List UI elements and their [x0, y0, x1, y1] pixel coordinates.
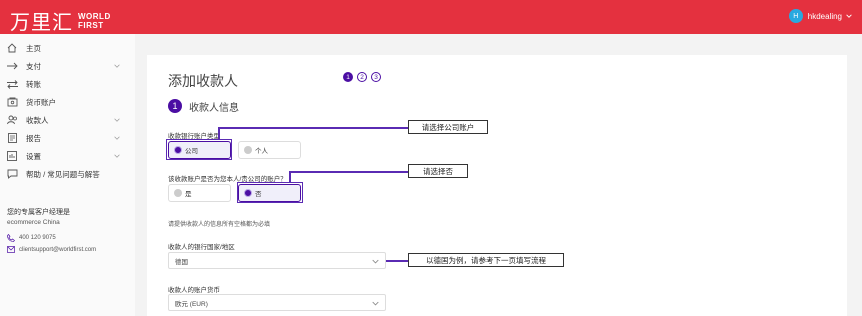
help-icon — [6, 169, 18, 179]
callout-company-account: 请选择公司账户 — [408, 120, 488, 134]
step-1: 1 — [343, 72, 353, 82]
chevron-down-icon — [114, 154, 120, 158]
sidebar-item-transfer[interactable]: 转账 — [0, 77, 130, 91]
chevron-down-icon — [114, 136, 120, 140]
chevron-down-icon — [372, 259, 379, 264]
country-select[interactable]: 德国 — [168, 252, 386, 269]
avatar: H — [788, 9, 803, 23]
manager-email[interactable]: clientsupport@worldfirst.com — [7, 246, 96, 253]
sidebar-item-label: 报告 — [26, 133, 41, 143]
step-2: 2 — [357, 72, 367, 82]
arrow-right-icon — [6, 61, 18, 71]
own-account-yes-radio[interactable]: 是 — [168, 184, 231, 202]
sidebar-item-label: 设置 — [26, 151, 41, 161]
account-manager-title: 您的专属客户经理是 — [7, 209, 70, 216]
account-manager-name: ecommerce China — [7, 219, 60, 226]
sidebar-item-currency-accounts[interactable]: 货币账户 — [0, 95, 130, 109]
step-3: 3 — [371, 72, 381, 82]
currency-label: 收款人的账户货币 — [168, 287, 220, 294]
wallet-icon — [6, 97, 18, 107]
radio-dot — [174, 189, 182, 197]
top-header: 万里汇 WORLD FIRST H hkdealing — [0, 0, 862, 34]
sidebar: 主页 支付 转账 货币账户 收款人 报告 设置 帮助 / 常见问题与解答 您的专… — [0, 34, 135, 316]
callout-choose-no: 请选择否 — [408, 164, 468, 178]
chevron-down-icon — [114, 118, 120, 122]
page-title: 添加收款人 — [168, 74, 238, 90]
manager-phone[interactable]: 400 120 9075 — [7, 234, 56, 242]
sidebar-item-label: 货币账户 — [26, 97, 56, 107]
manager-email-text: clientsupport@worldfirst.com — [19, 246, 97, 253]
sidebar-item-payees[interactable]: 收款人 — [0, 113, 130, 127]
worldfirst-logo[interactable]: 万里汇 WORLD FIRST — [10, 6, 111, 35]
logo-en-text: WORLD FIRST — [78, 12, 111, 30]
sidebar-item-label: 主页 — [26, 43, 41, 53]
logo-en-line1: WORLD — [78, 11, 111, 21]
callout-germany-example: 以德国为例，请参考下一页填写流程 — [408, 253, 564, 267]
radio-label: 个人 — [255, 148, 268, 155]
account-type-personal-radio[interactable]: 个人 — [238, 141, 301, 159]
highlight-no-radio — [237, 182, 303, 203]
sidebar-item-settings[interactable]: 设置 — [0, 149, 130, 163]
user-menu[interactable]: H hkdealing — [788, 9, 852, 23]
country-label: 收款人的银行国家/地区 — [168, 244, 235, 251]
section-number: 1 — [168, 99, 182, 113]
chevron-down-icon — [114, 64, 120, 68]
mail-icon — [7, 246, 15, 253]
sidebar-item-label: 收款人 — [26, 115, 49, 125]
username: hkdealing — [807, 11, 842, 21]
users-icon — [6, 115, 18, 125]
radio-dot — [244, 146, 252, 154]
callout-connector — [289, 171, 408, 173]
phone-icon — [7, 234, 15, 242]
logo-cn-text: 万里汇 — [10, 10, 73, 34]
step-indicator: 1 2 3 — [343, 72, 385, 82]
sidebar-item-payments[interactable]: 支付 — [0, 59, 130, 73]
settings-icon — [6, 151, 18, 161]
callout-connector — [218, 127, 220, 139]
currency-value: 欧元 (EUR) — [175, 300, 208, 308]
chevron-down-icon — [372, 301, 379, 306]
sidebar-item-reports[interactable]: 报告 — [0, 131, 130, 145]
home-icon — [6, 43, 18, 53]
callout-connector — [289, 171, 291, 182]
country-value: 德国 — [175, 258, 188, 266]
report-icon — [6, 133, 18, 143]
logo-en-line2: FIRST — [78, 20, 104, 30]
highlight-company-radio — [166, 139, 232, 160]
radio-label: 是 — [185, 191, 192, 198]
chevron-down-icon — [846, 14, 852, 18]
sidebar-item-label: 支付 — [26, 61, 41, 71]
callout-connector — [386, 260, 408, 262]
sidebar-item-home[interactable]: 主页 — [0, 41, 130, 55]
section-title: 收款人信息 — [189, 103, 239, 114]
sidebar-item-help[interactable]: 帮助 / 常见问题与解答 — [0, 167, 130, 181]
transfer-icon — [6, 79, 18, 89]
callout-connector — [218, 127, 408, 129]
currency-select[interactable]: 欧元 (EUR) — [168, 294, 386, 311]
manager-phone-text: 400 120 9075 — [19, 235, 56, 241]
sidebar-item-label: 转账 — [26, 79, 41, 89]
required-hint: 请提供收款人的信息所有空格都为必填 — [168, 222, 271, 228]
sidebar-item-label: 帮助 / 常见问题与解答 — [26, 169, 100, 179]
